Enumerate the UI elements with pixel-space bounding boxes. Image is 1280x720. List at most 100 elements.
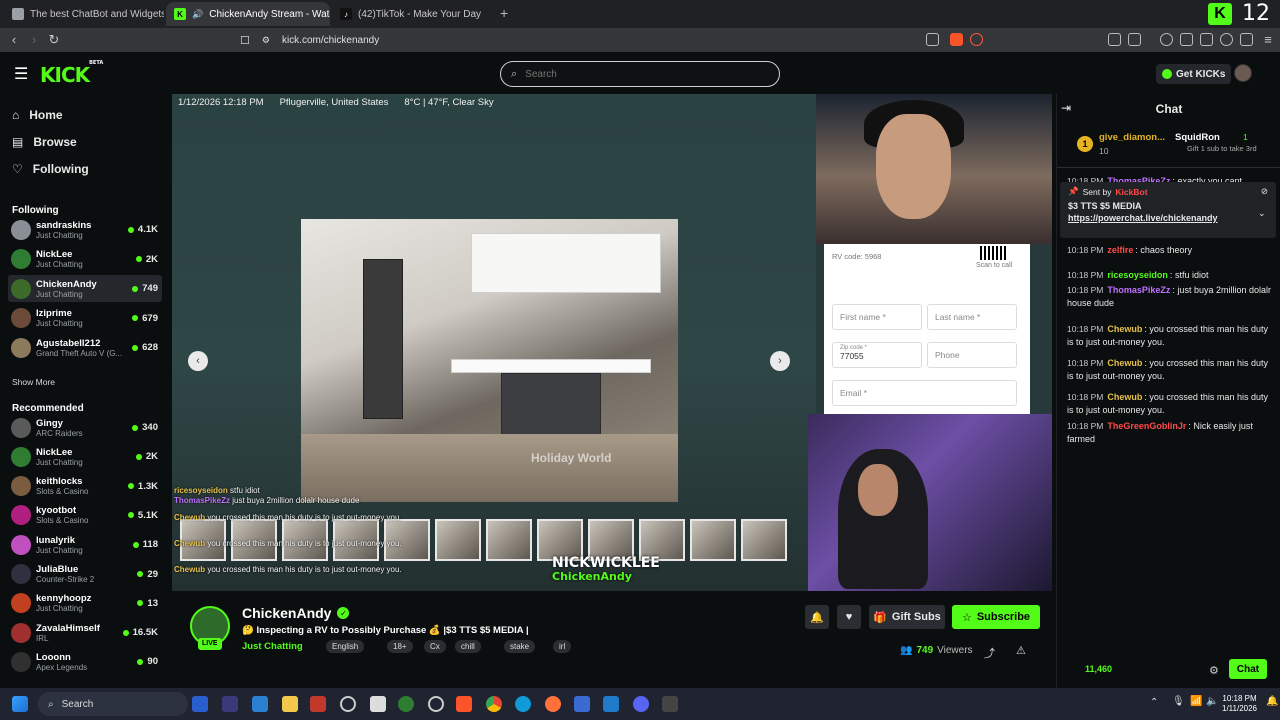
stream-tag[interactable]: English	[326, 640, 365, 653]
firefox-icon[interactable]	[545, 696, 561, 712]
back-icon[interactable]: ‹	[6, 32, 22, 48]
app-icon-9[interactable]	[574, 696, 590, 712]
address-bar[interactable]: ☐ ⚙ kick.com/chickenandy	[240, 30, 990, 50]
nav-browse[interactable]: ▤ Browse	[12, 135, 77, 149]
sidebar-channel-lunalyrik[interactable]: lunalyrik Just Chatting 118	[8, 531, 162, 558]
report-icon[interactable]: ⚠	[1016, 644, 1026, 657]
menu-icon[interactable]: ≡	[1260, 32, 1276, 48]
forward-icon[interactable]: ›	[26, 32, 42, 48]
sidebar-channel-chickenandy[interactable]: ChickenAndy Just Chatting 749	[8, 275, 162, 302]
video-player[interactable]: 1/12/2026 12:18 PM Pflugerville, United …	[172, 94, 1052, 591]
sidebar-channel-kyootbot[interactable]: kyootbot Slots & Casino 5.1K	[8, 502, 162, 529]
user-avatar[interactable]	[1234, 64, 1252, 82]
discord-icon[interactable]	[633, 696, 649, 712]
windows-start-icon[interactable]	[12, 696, 28, 712]
pinned-sender[interactable]: KickBot	[1115, 187, 1147, 197]
search-bar[interactable]: ⌕	[500, 61, 780, 87]
sidebar-channel-iziprime[interactable]: Iziprime Just Chatting 679	[8, 305, 162, 332]
expand-chevron-icon[interactable]: ⌄	[1258, 208, 1266, 219]
network-icon[interactable]: 📶	[1190, 696, 1202, 707]
chat-user[interactable]: ThomasPikeZz	[1107, 285, 1170, 295]
url-text[interactable]: kick.com/chickenandy	[282, 35, 379, 46]
music-icon[interactable]	[1160, 33, 1173, 46]
gallery-next-arrow-icon[interactable]: ›	[770, 351, 790, 371]
taskbar-search[interactable]: ⌕ Search	[38, 692, 188, 716]
stream-tag[interactable]: Cx	[424, 640, 446, 653]
sidebar-icon[interactable]	[1128, 33, 1141, 46]
volume-icon[interactable]: 🔈	[1206, 696, 1218, 707]
chat-user[interactable]: ricesoyseidon	[1107, 270, 1168, 280]
top-gifter-name[interactable]: give_diamon...	[1099, 132, 1165, 143]
search-input[interactable]	[525, 68, 746, 80]
rewards-icon[interactable]	[970, 33, 983, 46]
taskbar-clock[interactable]: 10:18 PM 1/11/2026	[1222, 694, 1257, 714]
app-icon-5[interactable]	[340, 696, 356, 712]
stream-tag[interactable]: stake	[504, 640, 536, 653]
new-tab-button[interactable]: +	[500, 5, 508, 21]
sidebar-channel-sandraskins[interactable]: sandraskins Just Chatting 4.1K	[8, 216, 162, 243]
microphone-icon[interactable]: 🎙	[1172, 696, 1185, 707]
app-icon-4[interactable]	[310, 696, 326, 712]
edge-icon[interactable]	[515, 696, 531, 712]
gallery-prev-arrow-icon[interactable]: ‹	[188, 351, 208, 371]
stream-tag[interactable]: chill	[455, 640, 481, 653]
app-icon-3[interactable]	[252, 696, 268, 712]
brave-shields-icon[interactable]	[950, 33, 963, 46]
app-icon-7[interactable]	[398, 696, 414, 712]
chat-settings-gear-icon[interactable]: ⚙	[1209, 664, 1219, 677]
chat-user[interactable]: Chewub	[1107, 324, 1142, 334]
chat-user[interactable]: TheGreenGoblinJr	[1107, 421, 1186, 431]
chrome-icon[interactable]	[486, 696, 502, 712]
wallet-icon[interactable]	[1200, 33, 1213, 46]
sidebar-channel-agustabell212[interactable]: Agustabell212 Grand Theft Auto V (G... 628	[8, 334, 162, 361]
app-icon-2[interactable]	[222, 696, 238, 712]
stream-tag[interactable]: irl	[553, 640, 572, 653]
app-icon-1[interactable]	[192, 696, 208, 712]
gift-subs-button[interactable]: 🎁 Gift Subs	[869, 605, 945, 629]
streamer-name[interactable]: ChickenAndy	[242, 605, 331, 621]
browser-tab-1[interactable]: The best ChatBot and Widgets for Ki	[4, 2, 164, 26]
chat-user[interactable]: Chewub	[1107, 392, 1142, 402]
unpin-icon[interactable]: ⊘	[1261, 186, 1268, 197]
get-kicks-button[interactable]: Get KICKs	[1156, 64, 1232, 84]
kick-logo[interactable]: KICKBETA	[40, 60, 103, 87]
notifications-icon[interactable]: 🔔	[1266, 696, 1278, 707]
sidebar-channel-kennyhoopz[interactable]: kennyhoopz Just Chatting 13	[8, 590, 162, 617]
gallery-thumbnail[interactable]	[741, 519, 787, 561]
second-gifter-name[interactable]: SquidRon	[1175, 132, 1220, 143]
sidebar-channel-keithlocks[interactable]: keithlocks Slots & Casino 1.3K	[8, 473, 162, 500]
app-icon-6[interactable]	[370, 696, 386, 712]
vscode-icon[interactable]	[603, 696, 619, 712]
pinned-link[interactable]: https://powerchat.live/chickenandy	[1068, 213, 1268, 223]
vpn-icon[interactable]	[1240, 33, 1253, 46]
sidebar-channel-gingy[interactable]: Gingy ARC Raiders 340	[8, 414, 162, 441]
gallery-thumbnail[interactable]	[486, 519, 532, 561]
stream-category[interactable]: Just Chatting	[242, 641, 303, 652]
stream-tag[interactable]: 18+	[387, 640, 413, 653]
app-icon-10[interactable]	[662, 696, 678, 712]
share-icon[interactable]: ⤴	[984, 645, 995, 661]
share-icon[interactable]	[926, 33, 939, 46]
subscribe-button[interactable]: ☆ Subscribe	[952, 605, 1040, 629]
panel-icon[interactable]	[1180, 33, 1193, 46]
bookmark-icon[interactable]: ☐	[240, 34, 250, 47]
send-chat-button[interactable]: Chat	[1229, 659, 1267, 679]
gallery-thumbnail[interactable]	[435, 519, 481, 561]
brave-icon[interactable]	[456, 696, 472, 712]
follow-heart-button[interactable]: ♥	[837, 605, 861, 629]
sidebar-channel-zavalahimself[interactable]: ZavalaHimself IRL 16.5K	[8, 619, 162, 646]
browser-tab-3[interactable]: ♪ (42)TikTok - Make Your Day	[332, 2, 492, 26]
sidebar-channel-nicklee[interactable]: NickLee Just Chatting 2K	[8, 246, 162, 273]
chat-user[interactable]: Chewub	[1107, 358, 1142, 368]
tray-chevron-icon[interactable]: ⌃	[1150, 697, 1158, 708]
reload-icon[interactable]: ↻	[46, 32, 62, 48]
chat-user[interactable]: zelfire	[1107, 245, 1133, 255]
nav-following[interactable]: ♡ Following	[12, 162, 89, 176]
leo-icon[interactable]	[1220, 33, 1233, 46]
gallery-thumbnail[interactable]	[690, 519, 736, 561]
sidebar-channel-looonn[interactable]: Looonn Apex Legends 90	[8, 648, 162, 675]
nav-home[interactable]: ⌂ Home	[12, 108, 63, 122]
extensions-icon[interactable]	[1108, 33, 1121, 46]
sidebar-channel-juliablue[interactable]: JuliaBlue Counter-Strike 2 29	[8, 561, 162, 588]
show-more-link[interactable]: Show More	[12, 377, 55, 387]
